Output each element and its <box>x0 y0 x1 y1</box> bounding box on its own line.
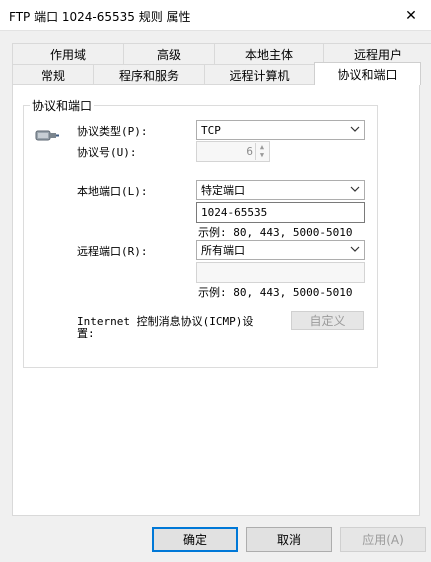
window-title: FTP 端口 1024-65535 规则 属性 <box>9 10 191 24</box>
tab-scope[interactable]: 作用域 <box>12 43 124 64</box>
remote-port-label: 远程端口(R): <box>77 245 148 258</box>
local-port-input[interactable]: 1024-65535 <box>196 202 365 223</box>
spin-up-icon[interactable]: ▲ <box>256 143 268 151</box>
local-port-label: 本地端口(L): <box>77 185 148 198</box>
protocol-number-value: 6 <box>246 145 253 158</box>
tab-general[interactable]: 常规 <box>12 64 94 85</box>
tab-local-principals[interactable]: 本地主体 <box>214 43 324 64</box>
spin-down-icon[interactable]: ▼ <box>256 151 268 159</box>
close-icon: ✕ <box>405 7 417 24</box>
group-title: 协议和端口 <box>30 97 95 114</box>
title-bar: FTP 端口 1024-65535 规则 属性 ✕ <box>0 0 431 31</box>
tab-advanced[interactable]: 高级 <box>123 43 215 64</box>
customize-button[interactable]: 自定义 <box>291 311 364 330</box>
close-button[interactable]: ✕ <box>391 0 431 31</box>
ok-button[interactable]: 确定 <box>152 527 238 552</box>
tab-remote-computers[interactable]: 远程计算机 <box>204 64 315 85</box>
tab-remote-users[interactable]: 远程用户 <box>323 43 431 64</box>
chevron-down-icon <box>350 246 360 252</box>
protocol-type-label: 协议类型(P): <box>77 125 148 138</box>
remote-port-select[interactable]: 所有端口 <box>196 240 365 260</box>
local-port-select[interactable]: 特定端口 <box>196 180 365 200</box>
tab-programs-services[interactable]: 程序和服务 <box>93 64 205 85</box>
protocol-number-label: 协议号(U): <box>77 146 137 159</box>
protocol-type-select[interactable]: TCP <box>196 120 365 140</box>
protocol-number-stepper[interactable]: 6 ▲ ▼ <box>196 141 270 162</box>
local-port-example: 示例: 80, 443, 5000-5010 <box>198 226 353 239</box>
tab-row-front: 常规 程序和服务 远程计算机 协议和端口 <box>12 62 421 85</box>
icmp-settings-label: Internet 控制消息协议(ICMP)设 <box>77 315 254 328</box>
tab-row-back: 作用域 高级 本地主体 远程用户 <box>12 43 431 64</box>
remote-port-example: 示例: 80, 443, 5000-5010 <box>198 286 353 299</box>
network-cable-icon <box>35 130 59 141</box>
stepper-arrows[interactable]: ▲ ▼ <box>255 143 268 160</box>
chevron-down-icon <box>350 126 360 132</box>
chevron-down-icon <box>350 186 360 192</box>
apply-button[interactable]: 应用(A) <box>340 527 426 552</box>
cancel-button[interactable]: 取消 <box>246 527 332 552</box>
icmp-settings-label-cont: 置: <box>77 327 95 340</box>
remote-port-input[interactable] <box>196 262 365 283</box>
tab-protocols-ports[interactable]: 协议和端口 <box>314 62 421 85</box>
